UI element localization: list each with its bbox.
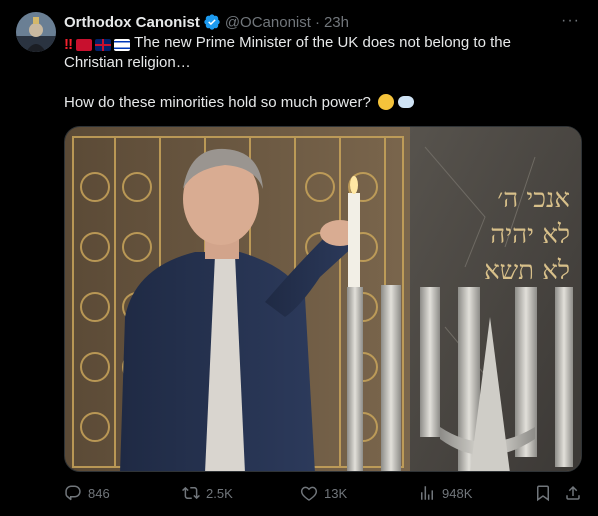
like-button[interactable]: 13K: [300, 484, 347, 502]
tweet-text-line1: ‼ The new Prime Minister of the UK does …: [64, 33, 574, 73]
tweet-text-line2-content: How do these minorities hold so much pow…: [64, 94, 371, 111]
like-count: 13K: [324, 485, 348, 501]
tweet-text-line1-content: The new Prime Minister of the UK does no…: [64, 34, 511, 71]
flag-icon-israel: [114, 39, 131, 51]
double-exclamation-icon: ‼: [64, 36, 74, 53]
emoji-group: ‼: [64, 36, 131, 53]
repost-icon: [182, 486, 200, 500]
views-icon: [421, 486, 433, 500]
hebrew-line-1: אנכי ה׳: [497, 184, 570, 214]
action-bar: 846 2.5K 13K 948K: [64, 484, 582, 504]
tweet-timestamp[interactable]: 23h: [324, 14, 349, 31]
author-name[interactable]: Orthodox Canonist: [64, 14, 200, 31]
repost-count: 2.5K: [206, 485, 233, 501]
author-handle[interactable]: @OCanonist: [225, 14, 311, 31]
verified-badge-icon: [203, 13, 221, 31]
views-button[interactable]: 948K: [418, 484, 472, 502]
avatar[interactable]: [16, 12, 56, 52]
hebrew-line-3: לא תשא: [484, 256, 570, 286]
share-button[interactable]: [564, 484, 582, 502]
flag-icon-red: [76, 39, 93, 51]
reply-button[interactable]: 846: [64, 484, 110, 502]
hebrew-line-2: לא יהיה: [490, 220, 570, 250]
tweet-header: Orthodox Canonist @OCanonist · 23h ···: [64, 12, 584, 32]
tweet-text-line2: How do these minorities hold so much pow…: [64, 93, 574, 113]
hebrew-inscription: אנכי ה׳ לא יהיה לא תשא: [484, 184, 570, 286]
flag-icon-uk: [95, 39, 112, 51]
thinking-face-icon: [378, 94, 394, 110]
tweet-text: ‼ The new Prime Minister of the UK does …: [64, 33, 574, 113]
bookmark-icon: [537, 485, 549, 502]
share-icon: [566, 485, 580, 500]
views-count: 948K: [442, 485, 473, 501]
thought-balloon-icon: [398, 96, 415, 108]
reply-icon: [65, 485, 81, 501]
bookmark-button[interactable]: [534, 484, 552, 502]
reply-count: 846: [88, 485, 110, 501]
more-icon[interactable]: ···: [561, 12, 580, 30]
tweet-media-image[interactable]: אנכי ה׳ לא יהיה לא תשא: [64, 126, 582, 472]
like-icon: [300, 486, 318, 501]
candle: [348, 176, 360, 303]
separator-dot: ·: [314, 13, 320, 31]
repost-button[interactable]: 2.5K: [182, 484, 233, 502]
